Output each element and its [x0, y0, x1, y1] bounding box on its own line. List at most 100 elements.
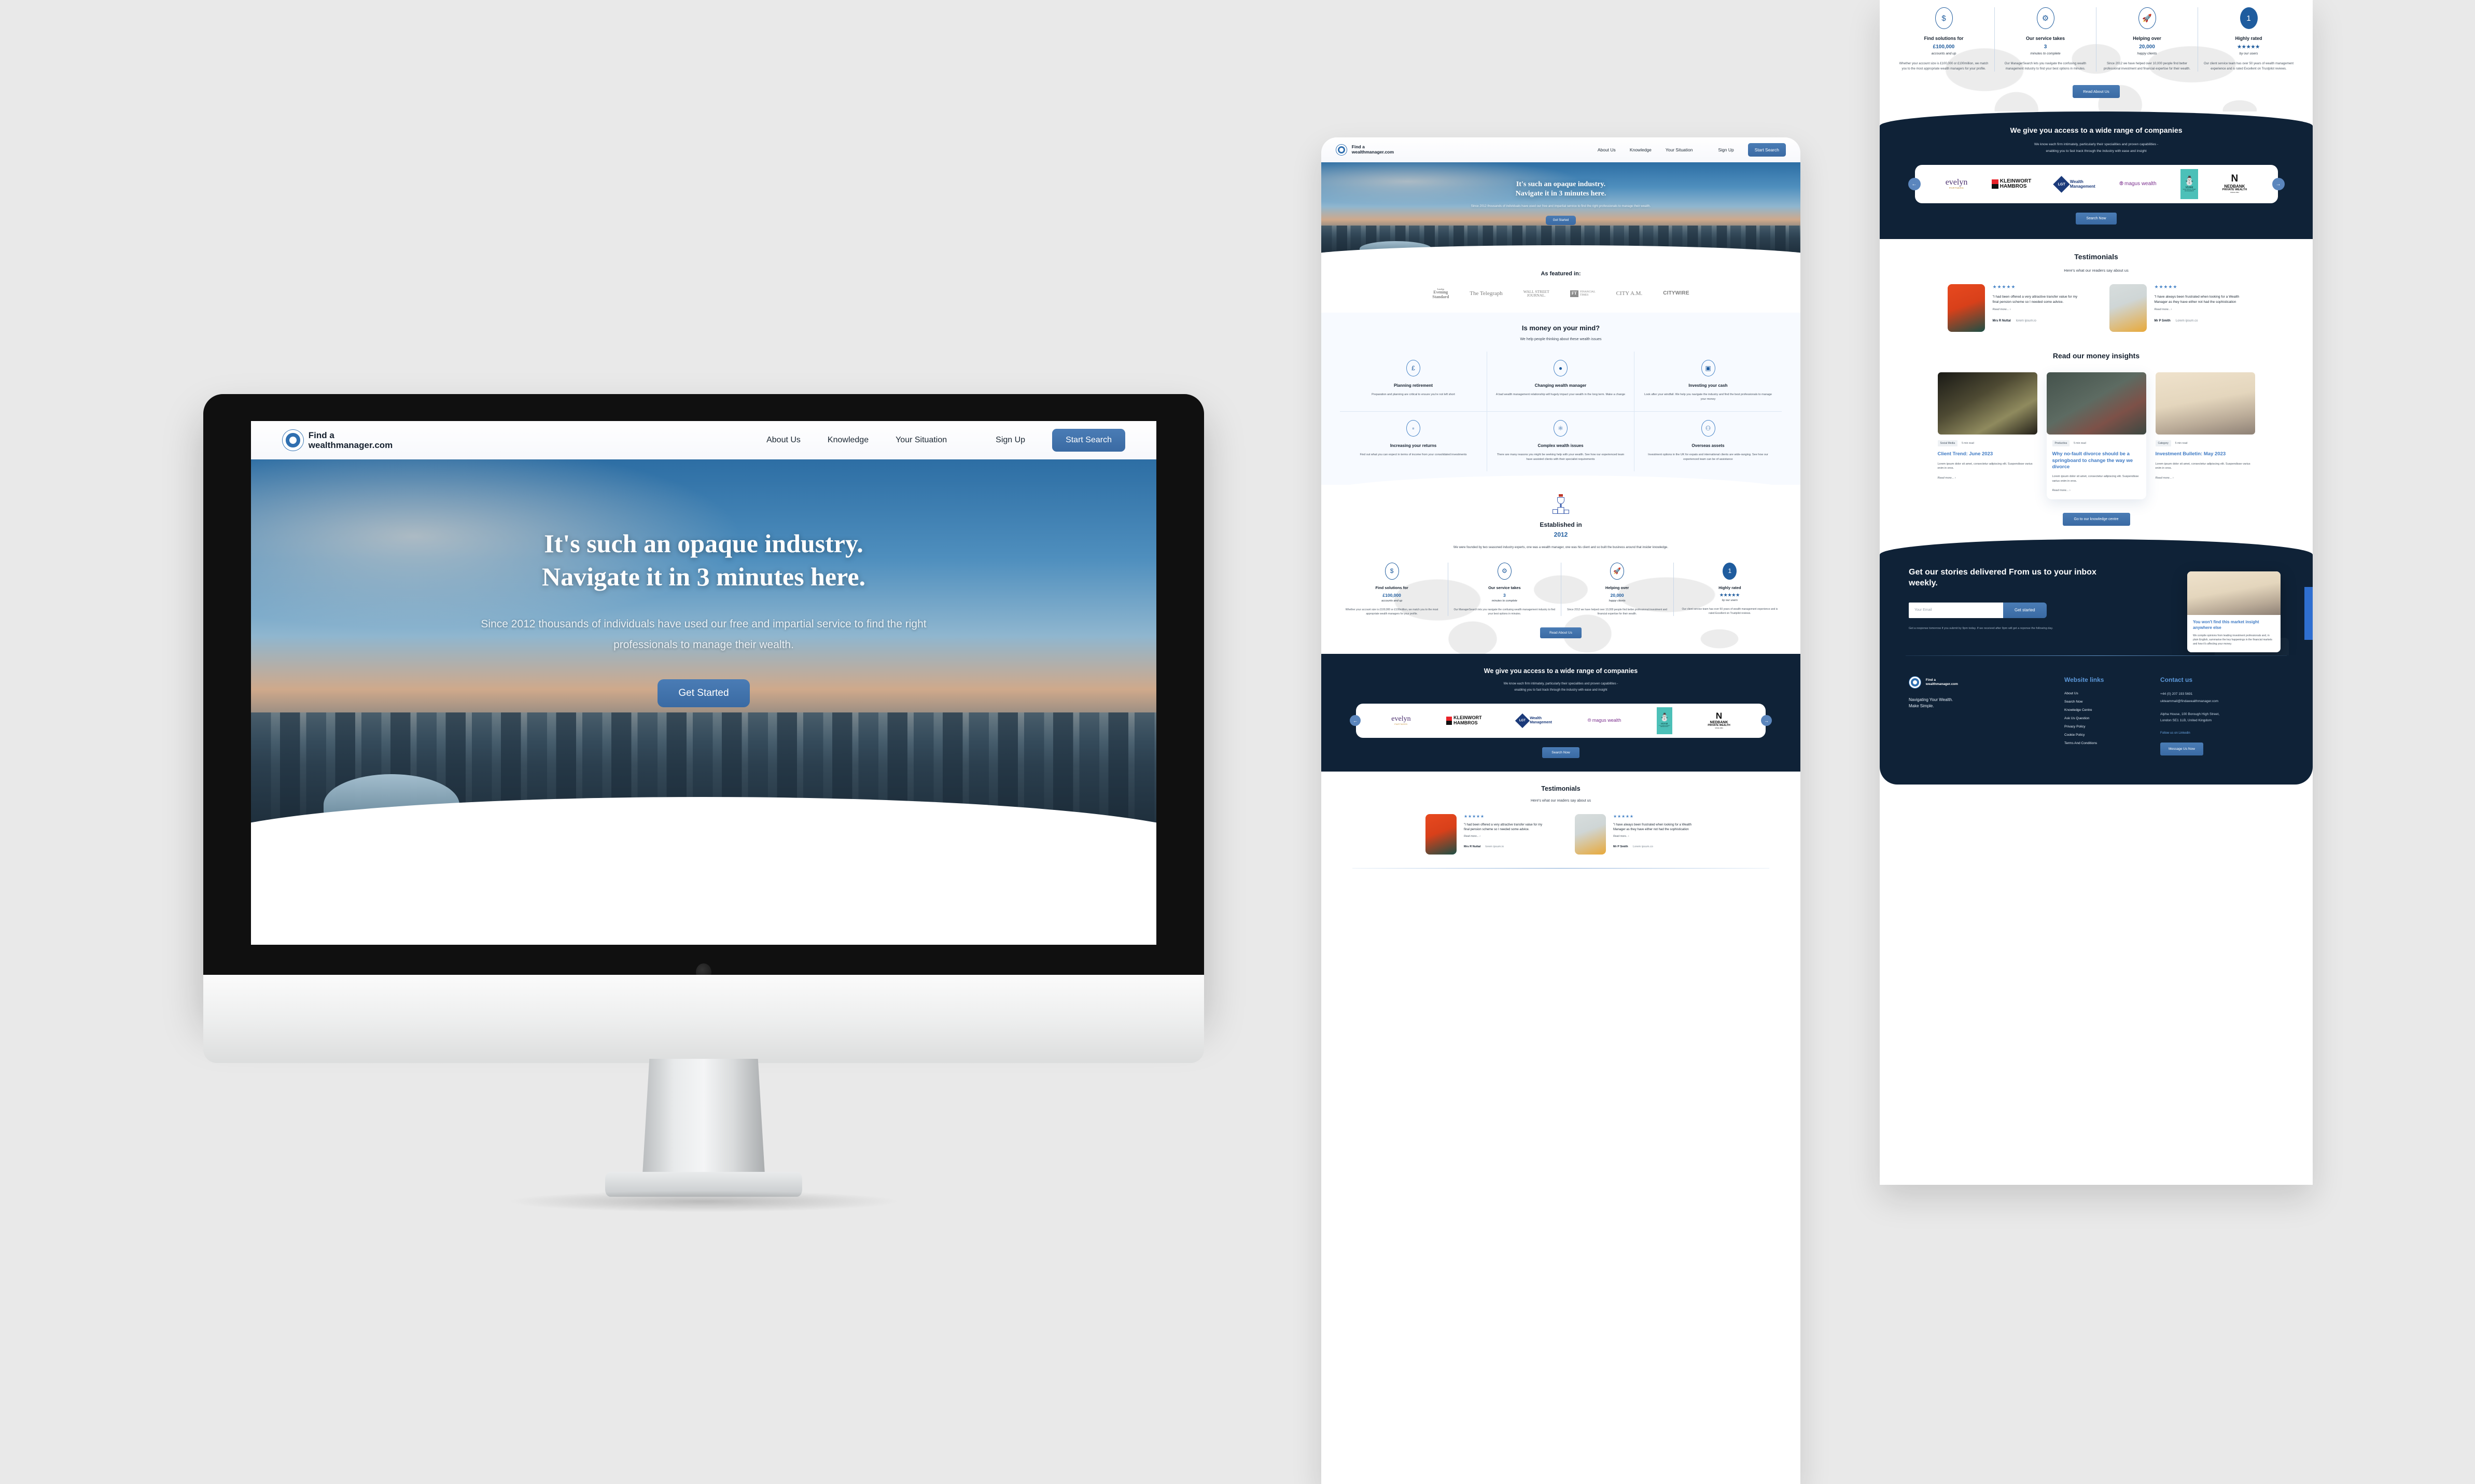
lightbulb-dollar-icon: $ [1385, 562, 1399, 580]
testimonial-source: lorem ipsum.io [1485, 845, 1504, 849]
start-search-button[interactable]: Start Search [1747, 143, 1786, 157]
imac-chin [203, 975, 1204, 1063]
hero-get-started-button[interactable]: Get Started [1545, 215, 1576, 225]
newsletter-accent-stripe [2304, 587, 2313, 640]
nav-link-sign-up[interactable]: Sign Up [996, 436, 1025, 445]
footer-link-search-now[interactable]: Search Now [2064, 700, 2160, 704]
knowledge-centre-button[interactable]: Go to our knowledge centre [2062, 513, 2130, 526]
read-about-us-button[interactable]: Read About Us [1540, 627, 1582, 638]
stats-row: $ Find solutions for £100,000 accounts a… [1893, 7, 2299, 72]
insight-read-more[interactable]: Read more... › [2156, 477, 2255, 480]
press-logo-evening-standard: London Evening Standard [1432, 288, 1449, 299]
partner-logo-kleinwort-hambros[interactable]: KLEINWORT HAMBROS [1991, 178, 2031, 190]
hero-subline: Since 2012 thousands of individuals have… [481, 618, 927, 651]
testimonial-author: Mr P Smith [1613, 845, 1628, 849]
money-card[interactable]: ● Changing wealth manager A bad wealth m… [1487, 351, 1634, 412]
brand-logo[interactable]: Find a wealthmanager.com [282, 429, 393, 451]
read-more-link[interactable]: Read more... › [1464, 835, 1547, 838]
footer-linkedin-link[interactable]: Follow us on Linkedin [2160, 732, 2274, 735]
nav-link-knowledge[interactable]: Knowledge [1630, 147, 1652, 152]
established-section-continued: $ Find solutions for £100,000 accounts a… [1880, 0, 2313, 112]
search-now-button[interactable]: Search Now [2076, 213, 2117, 225]
partner-logo-mvam[interactable]: ⛄ MVAM VOLE VALLEY ASSET MANAGEMENT [1656, 707, 1672, 734]
read-more-link[interactable]: Read more... › [1993, 308, 2084, 311]
read-about-us-button[interactable]: Read About Us [2073, 85, 2120, 99]
money-card-title: Overseas assets [1691, 443, 1725, 449]
read-more-link[interactable]: Read more.. › [1613, 835, 1696, 838]
insight-card[interactable]: Social Media 5 min read Client Trend: Ju… [1937, 372, 2037, 480]
stat-unit: happy clients [2137, 52, 2157, 55]
testimonials-title: Testimonials [1541, 785, 1581, 792]
stat-value: 20,000 [1610, 592, 1624, 598]
read-more-link[interactable]: Read more.. › [2155, 308, 2245, 311]
money-card[interactable]: ▫ Increasing your returns Find out what … [1340, 412, 1487, 472]
hero-get-started-button[interactable]: Get Started [658, 679, 750, 707]
testimonials-section: Testimonials Here's what our readers say… [1321, 772, 1800, 884]
newsletter-preview-card[interactable]: You won't find this market insight anywh… [2187, 571, 2281, 653]
money-card-body: Look after your windfall. We help you na… [1644, 393, 1772, 401]
footer-link-cookie-policy[interactable]: Cookie Policy [2064, 733, 2160, 737]
money-card[interactable]: ⚇ Overseas assets Investment options in … [1634, 412, 1782, 471]
partner-logo-magus-wealth[interactable]: ⦾ magus wealth [2119, 181, 2157, 187]
stat-label: Helping over [2133, 36, 2161, 41]
arrow-left-icon[interactable]: ← [1908, 178, 1921, 191]
insight-title: Investment Bulletin: May 2023 [2155, 451, 2226, 457]
nav-link-about-us[interactable]: About Us [766, 436, 801, 445]
cash-screen-icon: ▣ [1701, 359, 1715, 376]
start-search-button[interactable]: Start Search [1052, 429, 1125, 452]
partner-logo-lgt-wealth-management[interactable]: LGT Wealth Management [1515, 713, 1552, 728]
footer-link-about-us[interactable]: About Us [2064, 692, 2160, 695]
testimonial-quote: "I had been offered a very attractive tr… [1992, 295, 2078, 304]
companies-subtitle: We know each firm intimately, particular… [2034, 143, 2159, 153]
stat-desc: Our client service team has over 50 year… [2203, 62, 2294, 71]
money-card[interactable]: ⚛ Complex wealth issues There are many r… [1487, 412, 1634, 472]
arrow-right-icon[interactable]: → [1761, 715, 1772, 726]
footer-phone[interactable]: +44 (0) 207 193 5691 [2160, 692, 2274, 696]
money-card[interactable]: £ Planning retirement Preparation and pl… [1340, 351, 1487, 412]
brand-line-2: wealthmanager.com [308, 440, 393, 450]
footer-link-ask-us-question[interactable]: Ask Us Question [2064, 717, 2160, 720]
nav-link-sign-up[interactable]: Sign Up [1718, 147, 1734, 152]
insight-card[interactable]: Category 5 min read Investment Bulletin:… [2155, 372, 2255, 480]
stat-unit: minutes to complete [1491, 599, 1517, 603]
brand-logo-tablet[interactable]: Find a wealthmanager.com [1336, 144, 1394, 156]
stat-label: Helping over [1605, 585, 1629, 590]
newsletter-submit-button[interactable]: Get started [2003, 602, 2047, 618]
nav-link-about-us[interactable]: About Us [1598, 147, 1616, 152]
nav-link-your-situation[interactable]: Your Situation [896, 436, 947, 445]
partner-logo-mvam[interactable]: ⛄ MVAM VOLE VALLEY ASSET MANAGEMENT [2180, 169, 2199, 200]
brand-logo-footer[interactable]: Find a wealthmanager.com [1909, 676, 2064, 689]
stat-item: 1 Highly rated ★★★★★ by our users Our cl… [1674, 562, 1786, 616]
footer-email[interactable]: ukteammail@findawealthmanager.com [2160, 699, 2274, 703]
footer-link-knowledge-centre[interactable]: Knowledge Centre [2064, 708, 2160, 712]
partner-logo-evelyn[interactable]: evelyn PARTNERS [1391, 715, 1410, 725]
partner-logo-magus-wealth[interactable]: ⦾ magus wealth [1588, 718, 1621, 723]
insight-read-more[interactable]: Read more... › [2052, 489, 2141, 492]
search-now-button[interactable]: Search Now [1542, 747, 1579, 758]
money-card[interactable]: ▣ Investing your cash Look after your wi… [1634, 352, 1782, 412]
partner-logo-kleinwort-hambros[interactable]: KLEINWORT HAMBROS [1446, 715, 1482, 725]
footer-link-privacy-policy[interactable]: Privacy Policy [2064, 725, 2160, 729]
partner-logo-nedbank-private-wealth[interactable]: N NEDBANK PRIVATE WEALTH SINCE 1894 [2222, 174, 2247, 193]
stat-value: £100,000 [1933, 44, 1955, 50]
email-field[interactable]: Your Email [1909, 602, 2003, 618]
arrow-left-icon[interactable]: ← [1350, 715, 1361, 726]
hero-subline: Since 2012 thousands of individuals have… [1471, 204, 1651, 208]
insight-read-time: 5 min read [2175, 442, 2188, 445]
hero-section: It's such an opaque industry. Navigate i… [251, 459, 1156, 843]
partner-logo-lgt-wealth-management[interactable]: LGT Wealth Management [2052, 175, 2095, 193]
testimonial-author: Mrs R Nuttal [1992, 319, 2011, 323]
testimonial-quote: "I have always been frustrated when look… [1613, 823, 1692, 831]
nav-link-your-situation[interactable]: Your Situation [1666, 147, 1693, 152]
insight-card[interactable]: Productiva 5 min read Why no-fault divor… [2046, 372, 2146, 500]
rocket-icon: 🚀 [1610, 562, 1625, 580]
footer-link-terms-and-conditions[interactable]: Terms And Conditions [2064, 741, 2160, 745]
partner-logo-evelyn[interactable]: evelyn PARTNERS [1946, 178, 1968, 190]
testimonial-source: lorem ipsum.io [2016, 319, 2036, 323]
insight-read-more[interactable]: Read more... › [1938, 477, 2037, 480]
message-us-now-button[interactable]: Message Us Now [2160, 742, 2203, 755]
nav-link-knowledge[interactable]: Knowledge [828, 436, 869, 445]
arrow-right-icon[interactable]: → [2272, 178, 2285, 191]
testimonials-title: Testimonials [2074, 253, 2118, 261]
partner-logo-nedbank-private-wealth[interactable]: N NEDBANK PRIVATE WEALTH SINCE 1894 [1708, 711, 1730, 729]
